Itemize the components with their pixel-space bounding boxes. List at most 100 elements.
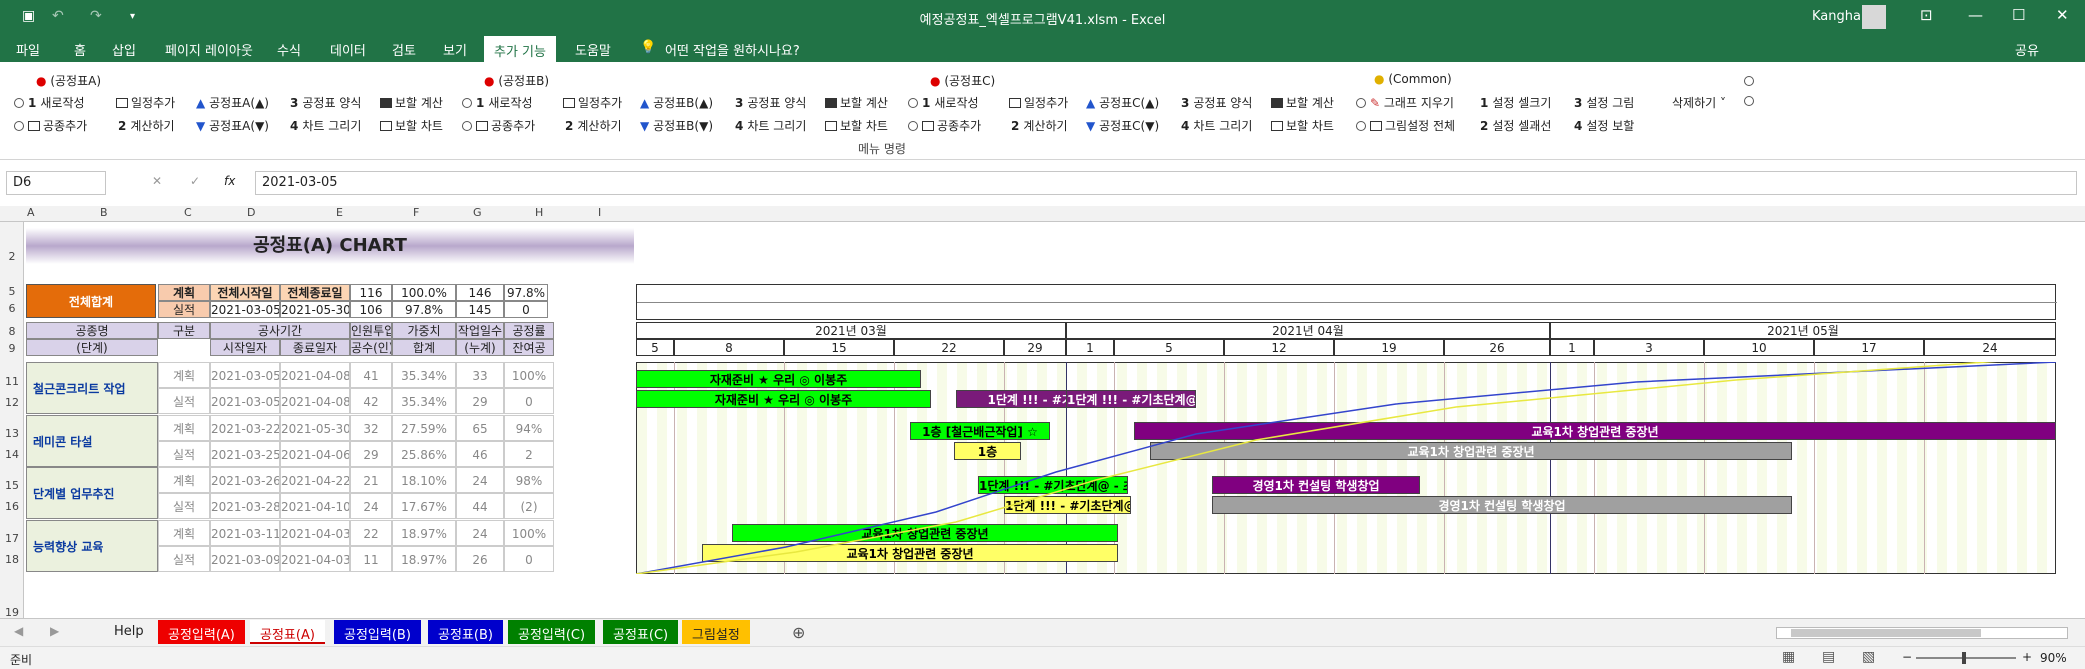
worksheet[interactable]: 공정표(A) CHART 전체합계 2021년 03월 2021년 04월 2021… <box>24 222 2085 618</box>
a-form-button[interactable]: 3 공정표 양식 <box>290 94 361 111</box>
tab-formulas[interactable]: 수식 <box>277 40 301 59</box>
radio-a1[interactable]: 1 새로작성 <box>14 94 85 111</box>
total-total_plan-cell: 100.0% <box>392 284 456 301</box>
tab-add-ins[interactable]: 추가 기능 <box>484 36 556 62</box>
tab-data[interactable]: 데이터 <box>330 40 366 59</box>
radio-c2[interactable]: 공종추가 <box>908 117 981 134</box>
tab-input-a[interactable]: 공정입력(A) <box>158 620 245 644</box>
col-a[interactable]: A <box>27 206 35 219</box>
radio-extra1[interactable] <box>1744 74 1758 88</box>
all-picture-button[interactable]: 그림설정 전체 <box>1356 117 1455 134</box>
a-calc-button[interactable]: 2 계산하기 <box>118 117 175 134</box>
tab-insert[interactable]: 삽입 <box>112 40 136 59</box>
prev-sheet-icon[interactable]: ◀ <box>14 624 23 638</box>
b-weight-calc-button[interactable]: 보할 계산 <box>825 94 888 111</box>
cell-border-button[interactable]: 2 설정 셀괘선 <box>1480 117 1551 134</box>
b-weight-chart-button[interactable]: 보할 차트 <box>825 117 888 134</box>
tab-input-c[interactable]: 공정입력(C) <box>508 620 596 644</box>
a-add-schedule-button[interactable]: 일정추가 <box>116 94 175 111</box>
normal-view-icon[interactable]: ▦ <box>1782 649 1795 665</box>
table-cell: 18.97% <box>392 546 456 572</box>
fx-icon[interactable]: fx <box>224 174 235 188</box>
col-i[interactable]: I <box>598 206 601 219</box>
user-name[interactable]: Kangha <box>1812 9 1861 24</box>
tab-file[interactable]: 파일 <box>16 40 40 59</box>
cancel-icon[interactable]: ✕ <box>152 174 162 188</box>
page-break-view-icon[interactable]: ▧ <box>1862 649 1875 665</box>
c-weight-chart-button[interactable]: 보할 차트 <box>1271 117 1334 134</box>
col-c[interactable]: C <box>184 206 192 219</box>
tab-home[interactable]: 홈 <box>74 40 86 59</box>
c-weight-calc-button[interactable]: 보할 계산 <box>1271 94 1334 111</box>
avatar[interactable] <box>1862 5 1886 29</box>
minimize-icon[interactable]: — <box>1968 6 1983 24</box>
b-form-button[interactable]: 3 공정표 양식 <box>735 94 806 111</box>
radio-extra2[interactable] <box>1744 94 1758 108</box>
add-sheet-icon[interactable]: ⊕ <box>792 623 805 642</box>
radio-a2[interactable]: 공종추가 <box>14 117 87 134</box>
c-add-schedule-button[interactable]: 일정추가 <box>1009 94 1068 111</box>
close-icon[interactable]: ✕ <box>2056 6 2069 24</box>
table-cell: 35.34% <box>392 362 456 388</box>
col-b[interactable]: B <box>100 206 108 219</box>
delete-dropdown[interactable]: 삭제하기 ˅ <box>1672 94 1726 111</box>
horizontal-scrollbar[interactable] <box>1776 627 2068 639</box>
a-down-button[interactable]: ▼ 공정표A(▼) <box>196 117 269 134</box>
enter-icon[interactable]: ✓ <box>190 174 200 188</box>
name-box[interactable]: D6 <box>6 171 106 195</box>
c-down-button[interactable]: ▼ 공정표C(▼) <box>1086 117 1159 134</box>
zoom-level[interactable]: 90% <box>2040 651 2067 665</box>
zoom-out-icon[interactable]: − <box>1902 650 1912 664</box>
col-f[interactable]: F <box>413 206 419 219</box>
zoom-in-icon[interactable]: + <box>2022 650 2032 664</box>
gantt-bar: 교육1차 창업관련 중장년 <box>1134 422 2056 440</box>
tab-help-sheet[interactable]: Help <box>104 620 154 644</box>
tab-input-b[interactable]: 공정입력(B) <box>334 620 421 644</box>
col-g[interactable]: G <box>473 206 482 219</box>
clear-graph-button[interactable]: ✎ 그래프 지우기 <box>1356 94 1454 111</box>
tab-chart-a[interactable]: 공정표(A) <box>250 620 325 644</box>
c-form-button[interactable]: 3 공정표 양식 <box>1181 94 1252 111</box>
tab-chart-c[interactable]: 공정표(C) <box>603 620 679 644</box>
cell-size-button[interactable]: 1 설정 셀크기 <box>1480 94 1551 111</box>
c-calc-button[interactable]: 2 계산하기 <box>1011 117 1068 134</box>
maximize-icon[interactable]: ☐ <box>2012 6 2025 24</box>
b-add-schedule-button[interactable]: 일정추가 <box>563 94 622 111</box>
b-down-button[interactable]: ▼ 공정표B(▼) <box>640 117 713 134</box>
a-chart-button[interactable]: 4 차트 그리기 <box>290 117 361 134</box>
radio-b2[interactable]: 공종추가 <box>462 117 535 134</box>
table-cell: 24 <box>456 520 504 546</box>
share-button[interactable]: 공유 <box>2015 40 2039 59</box>
formula-input[interactable]: 2021-03-05 <box>255 171 2077 195</box>
tab-view[interactable]: 보기 <box>443 40 467 59</box>
tab-picture-setting[interactable]: 그림설정 <box>682 620 750 644</box>
col-h[interactable]: H <box>535 206 543 219</box>
tab-chart-b[interactable]: 공정표(B) <box>428 620 503 644</box>
col-d[interactable]: D <box>247 206 255 219</box>
radio-c1[interactable]: 1 새로작성 <box>908 94 979 111</box>
tell-me-input[interactable]: 어떤 작업을 원하시나요? <box>665 40 800 59</box>
next-sheet-icon[interactable]: ▶ <box>50 624 59 638</box>
c-up-button[interactable]: ▲ 공정표C(▲) <box>1086 94 1159 111</box>
a-weight-calc-button[interactable]: 보할 계산 <box>380 94 443 111</box>
c-chart-button[interactable]: 4 차트 그리기 <box>1181 117 1252 134</box>
b-chart-button[interactable]: 4 차트 그리기 <box>735 117 806 134</box>
ribbon-display-icon[interactable]: ⊡ <box>1920 6 1933 24</box>
group-common-label: ● (Common) <box>1374 72 1452 86</box>
tab-help[interactable]: 도움말 <box>575 40 611 59</box>
window-title: 예정공정표_엑셀프로그램V41.xlsm - Excel <box>919 13 1166 28</box>
radio-b1[interactable]: 1 새로작성 <box>462 94 533 111</box>
b-calc-button[interactable]: 2 계산하기 <box>565 117 622 134</box>
weight-setting-button[interactable]: 4 설정 보할 <box>1574 117 1634 134</box>
table-cell: 0 <box>504 388 554 414</box>
picture-setting-button[interactable]: 3 설정 그림 <box>1574 94 1634 111</box>
tab-review[interactable]: 검토 <box>392 40 416 59</box>
table-cell: 32 <box>350 415 392 441</box>
b-up-button[interactable]: ▲ 공정표B(▲) <box>640 94 713 111</box>
tab-page-layout[interactable]: 페이지 레이아웃 <box>165 40 253 59</box>
a-up-button[interactable]: ▲ 공정표A(▲) <box>196 94 269 111</box>
a-weight-chart-button[interactable]: 보할 차트 <box>380 117 443 134</box>
page-layout-view-icon[interactable]: ▤ <box>1822 649 1835 665</box>
zoom-slider[interactable] <box>1916 652 2016 664</box>
col-e[interactable]: E <box>336 206 343 219</box>
